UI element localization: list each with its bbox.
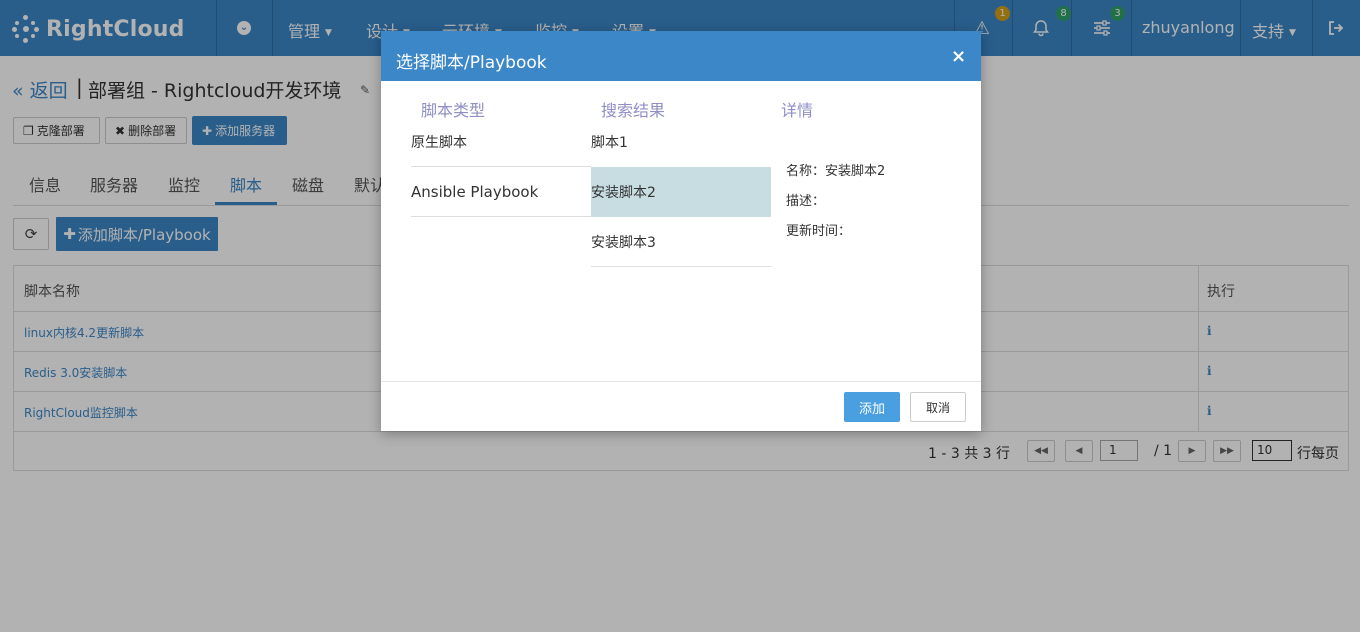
detail-name: 名称：安装脚本2	[786, 164, 886, 179]
dialog-header: 选择脚本/Playbook ×	[381, 31, 981, 81]
select-script-dialog: 选择脚本/Playbook × 脚本类型 搜索结果 详情 原生脚本 Ansibl…	[381, 31, 981, 431]
script-type-native[interactable]: 原生脚本	[411, 117, 591, 167]
cancel-button[interactable]: 取消	[910, 392, 966, 422]
column-header-details: 详情	[781, 101, 814, 120]
detail-updated-time: 更新时间：	[786, 224, 852, 239]
dialog-title: 选择脚本/Playbook	[396, 53, 547, 73]
result-item[interactable]: 安装脚本3	[591, 217, 771, 267]
script-type-ansible[interactable]: Ansible Playbook	[411, 167, 591, 217]
dialog-footer: 添加 取消	[381, 381, 981, 431]
result-item[interactable]: 脚本1	[591, 117, 771, 167]
detail-description: 描述：	[786, 194, 826, 209]
close-icon[interactable]: ×	[951, 46, 966, 67]
result-item-selected[interactable]: 安装脚本2	[591, 167, 771, 217]
add-button[interactable]: 添加	[844, 392, 900, 422]
